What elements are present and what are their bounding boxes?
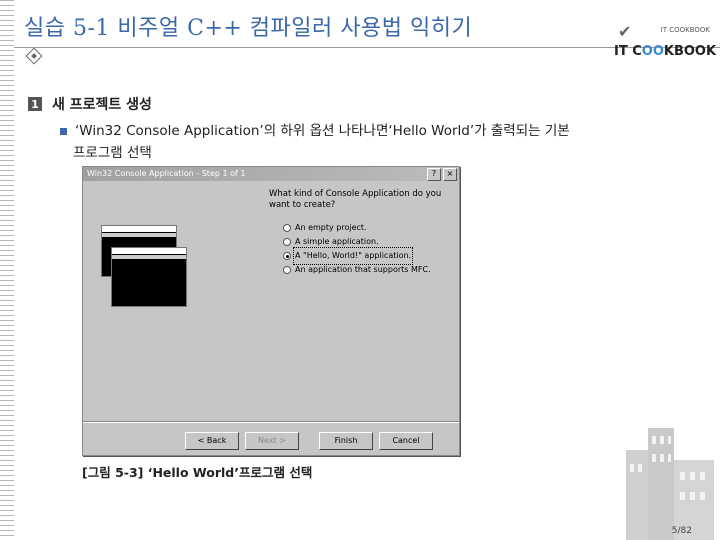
logo-subtitle: IT COOKBOOK (660, 26, 710, 34)
section-heading-text: 새 프로젝트 생성 (52, 97, 152, 113)
page-number: 5/82 (671, 526, 692, 536)
next-button[interactable]: Next > (245, 432, 299, 450)
finish-button[interactable]: Finish (319, 432, 373, 450)
radio-button[interactable] (283, 224, 291, 232)
bullet-square-icon (60, 127, 67, 135)
console-window-front (111, 247, 187, 307)
section-heading: 1 새 프로젝트 생성 (28, 94, 152, 114)
checkmark-icon: ✔ (618, 22, 632, 41)
slide-title: 실습 5-1 비주얼 C++ 컴파일러 사용법 익히기 (24, 16, 473, 41)
radio-button-selected[interactable] (283, 252, 291, 260)
wizard-question: What kind of Console Application do you … (269, 189, 442, 210)
radio-button[interactable] (283, 266, 291, 274)
diamond-icon (25, 47, 43, 65)
option-hello-world[interactable]: A "Hello, World!" application. (283, 247, 431, 265)
figure-caption: [그림 5-3] ‘Hello World’프로그램 선택 (82, 465, 313, 480)
option-empty-project[interactable]: An empty project. (283, 221, 431, 235)
wizard-dialog-screenshot: Win32 Console Application - Step 1 of 1 … (82, 166, 460, 456)
bullet-item: ‘Win32 Console Application’의 하위 옵션 나타나면‘… (60, 120, 700, 164)
cancel-button[interactable]: Cancel (379, 432, 433, 450)
dialog-titlebar: Win32 Console Application - Step 1 of 1 … (83, 167, 459, 181)
section-number: 1 (28, 97, 42, 111)
building-watermark (626, 428, 714, 540)
back-button[interactable]: < Back (185, 432, 239, 450)
radio-button[interactable] (283, 238, 291, 246)
option-group: An empty project. A simple application. … (283, 221, 431, 277)
bullet-text-line1: ‘Win32 Console Application’의 하위 옵션 나타나면‘… (75, 123, 570, 139)
option-simple-application[interactable]: A simple application. (283, 235, 431, 249)
dialog-separator (83, 421, 459, 423)
bullet-text-line2: 프로그램 선택 (73, 145, 152, 161)
console-window-illustration (95, 217, 205, 317)
cookbook-logo: ✔ IT COOKBOOK IT COOKBOOK (612, 20, 716, 62)
close-button[interactable]: × (443, 168, 457, 181)
logo-wordmark: IT COOKBOOK (614, 44, 717, 59)
dialog-title: Win32 Console Application - Step 1 of 1 (87, 169, 246, 178)
help-button[interactable]: ? (427, 168, 441, 181)
dialog-button-row: < Back Next > Finish Cancel (185, 432, 433, 450)
left-decorative-stripe (0, 0, 14, 540)
option-mfc-support[interactable]: An application that supports MFC. (283, 263, 431, 277)
